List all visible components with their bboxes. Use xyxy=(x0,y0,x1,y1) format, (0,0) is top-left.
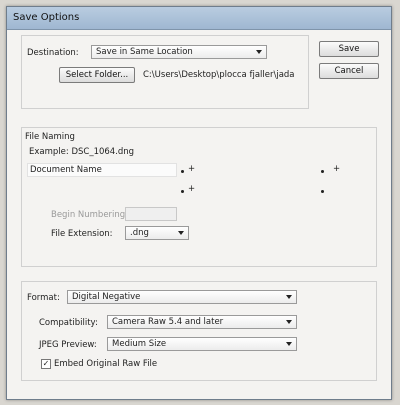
plus-icon: + xyxy=(188,164,196,174)
jpeg-preview-label: JPEG Preview: xyxy=(39,340,97,350)
destination-dropdown[interactable]: Save in Same Location xyxy=(91,45,267,59)
file-extension-value: .dng xyxy=(130,228,149,238)
file-extension-dropdown[interactable]: .dng xyxy=(125,226,189,240)
embed-raw-label: Embed Original Raw File xyxy=(54,359,158,369)
bullet-icon xyxy=(321,170,324,173)
chevron-down-icon xyxy=(178,231,184,235)
format-value: Digital Negative xyxy=(72,292,141,302)
compatibility-label: Compatibility: xyxy=(39,318,98,328)
destination-path: C:\Users\Desktop\plocca fjaller\jada xyxy=(143,70,295,80)
document-name-value: Document Name xyxy=(30,165,102,175)
bullet-icon xyxy=(181,170,184,173)
chevron-down-icon xyxy=(256,50,262,54)
destination-label: Destination: xyxy=(27,48,79,58)
plus-icon: + xyxy=(188,184,196,194)
jpeg-preview-dropdown[interactable]: Medium Size xyxy=(107,337,297,351)
bullet-icon xyxy=(321,190,324,193)
embed-raw-checkbox[interactable]: ✓ xyxy=(41,359,51,369)
chevron-down-icon xyxy=(286,295,292,299)
compatibility-value: Camera Raw 5.4 and later xyxy=(112,317,224,327)
begin-numbering-label: Begin Numbering: xyxy=(51,210,129,220)
document-name-field[interactable]: Document Name xyxy=(27,163,177,177)
begin-numbering-field[interactable] xyxy=(125,207,177,221)
naming-example: Example: DSC_1064.dng xyxy=(29,147,135,157)
compatibility-dropdown[interactable]: Camera Raw 5.4 and later xyxy=(107,315,297,329)
bullet-icon xyxy=(181,190,184,193)
select-folder-button[interactable]: Select Folder... xyxy=(59,67,135,83)
format-label: Format: xyxy=(27,293,60,303)
cancel-button[interactable]: Cancel xyxy=(319,63,379,79)
file-extension-label: File Extension: xyxy=(51,229,113,239)
plus-icon: + xyxy=(333,164,341,174)
save-button[interactable]: Save xyxy=(319,41,379,57)
file-naming-heading: File Naming xyxy=(25,132,75,142)
window-title: Save Options xyxy=(7,7,391,30)
destination-value: Save in Same Location xyxy=(96,47,193,57)
format-dropdown[interactable]: Digital Negative xyxy=(67,290,297,304)
chevron-down-icon xyxy=(286,342,292,346)
jpeg-preview-value: Medium Size xyxy=(112,339,167,349)
chevron-down-icon xyxy=(286,320,292,324)
save-options-dialog: Save Options Destination: Save in Same L… xyxy=(6,6,392,400)
